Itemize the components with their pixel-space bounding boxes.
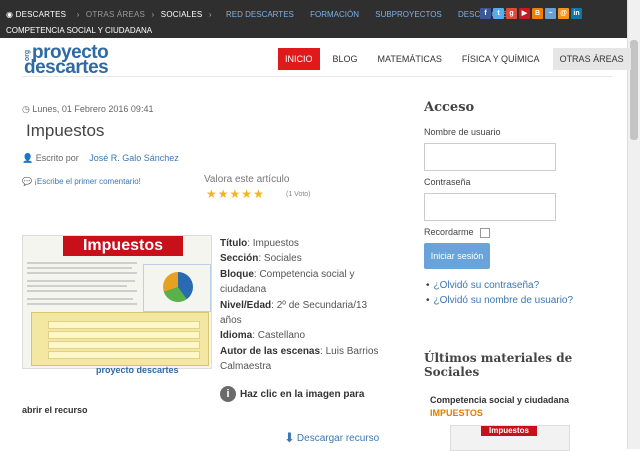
divider xyxy=(22,76,612,77)
link-formacion[interactable]: FORMACIÓN xyxy=(310,10,359,19)
thumbnail-text xyxy=(27,303,137,305)
info-row: Título: Impuestos xyxy=(220,238,299,249)
thumbnail-text xyxy=(27,285,127,287)
username-input[interactable] xyxy=(424,143,556,171)
article-date: ◷ Lunes, 01 Febrero 2016 09:41 xyxy=(22,104,154,114)
quiz-option xyxy=(48,321,200,329)
user-icon: 👤 xyxy=(22,153,36,163)
resource-thumbnail[interactable]: Impuestos xyxy=(22,235,212,369)
info-row: Nivel/Edad: 2º de Secundaria/13 años xyxy=(220,299,368,327)
rating-votes: (1 Voto) xyxy=(286,191,311,198)
username-label: Nombre de usuario xyxy=(424,127,501,137)
link-red-descartes[interactable]: RED DESCARTES xyxy=(226,10,294,19)
breadcrumb-item-sociales[interactable]: SOCIALES xyxy=(161,10,203,19)
top-bar: ◉ DESCARTES › OTRAS ÁREAS › SOCIALES › C… xyxy=(0,0,628,38)
forgot-password-link[interactable]: • ¿Olvidó su contraseña? xyxy=(426,278,573,293)
quiz-option xyxy=(48,351,200,359)
facebook-icon[interactable]: f xyxy=(480,8,491,19)
latest-materials-title: Últimos materiales de Sociales xyxy=(424,351,573,379)
rating-label: Valora este artículo xyxy=(204,174,290,185)
login-button[interactable]: Iniciar sesión xyxy=(424,243,490,269)
thumbnail-text xyxy=(27,290,137,292)
linkedin-icon[interactable]: in xyxy=(571,8,582,19)
youtube-icon[interactable]: ▶ xyxy=(519,8,530,19)
nav-matematicas[interactable]: MATEMÁTICAS xyxy=(371,48,449,70)
remember-label: Recordarme xyxy=(424,227,474,237)
breadcrumb-separator: › xyxy=(76,10,80,19)
info-icon: i xyxy=(220,386,236,402)
breadcrumb: ◉ DESCARTES › OTRAS ÁREAS › SOCIALES › xyxy=(6,10,216,19)
info-row: Idioma: Castellano xyxy=(220,330,306,342)
thumbnail-text xyxy=(27,298,133,300)
breadcrumb-item-otras-areas[interactable]: OTRAS ÁREAS xyxy=(86,10,145,19)
quiz-option xyxy=(48,331,200,339)
thumbnail-text xyxy=(27,262,137,264)
thumbnail-text xyxy=(27,280,135,282)
forgot-username-link[interactable]: • ¿Olvidó su nombre de usuario? xyxy=(426,293,573,308)
remember-checkbox[interactable] xyxy=(480,228,490,238)
top-links: RED DESCARTES FORMACIÓN SUBPROYECTOS DES… xyxy=(226,10,522,19)
page-title: Impuestos xyxy=(26,121,105,140)
link-subproyectos[interactable]: SUBPROYECTOS xyxy=(375,10,442,19)
thumbnail-logo: proyecto descartes xyxy=(96,365,179,375)
thumbnail-text xyxy=(27,272,137,274)
latest-thumb-title: Impuestos xyxy=(481,426,537,436)
thumbnail-quiz xyxy=(31,312,209,366)
password-input[interactable] xyxy=(424,193,556,221)
password-label: Contraseña xyxy=(424,177,471,187)
breadcrumb-home[interactable]: ◉ DESCARTES xyxy=(6,10,70,19)
breadcrumb-current: COMPETENCIA SOCIAL Y CIUDADANA xyxy=(6,26,153,35)
main-nav: INICIO BLOG MATEMÁTICAS FÍSICA Y QUÍMICA… xyxy=(278,48,637,70)
click-hint: i Haz clic en la imagen para xyxy=(220,386,365,402)
rss-icon[interactable]: ~ xyxy=(545,8,556,19)
info-row: Autor de las escenas: Luis Barrios Calma… xyxy=(220,345,379,373)
google-plus-icon[interactable]: g xyxy=(506,8,517,19)
login-title: Acceso xyxy=(424,100,475,115)
author-link[interactable]: José R. Galo Sánchez xyxy=(89,153,179,163)
blog-icon[interactable]: B xyxy=(532,8,543,19)
info-row: Bloque: Competencia social y ciudadana xyxy=(220,268,355,296)
info-row: Sección: Sociales xyxy=(220,253,302,265)
star-icon[interactable]: ★ xyxy=(241,187,253,201)
open-resource-text: abrir el recurso xyxy=(22,405,88,415)
breadcrumb-separator: › xyxy=(208,10,212,19)
latest-material-title[interactable]: IMPUESTOS xyxy=(430,408,483,418)
email-icon[interactable]: @ xyxy=(558,8,569,19)
thumbnail-pie xyxy=(163,272,193,302)
nav-fisica-quimica[interactable]: FÍSICA Y QUÍMICA xyxy=(455,48,547,70)
login-help-links: • ¿Olvidó su contraseña? • ¿Olvidó su nomb… xyxy=(426,278,573,308)
breadcrumb-separator: › xyxy=(151,10,155,19)
download-icon: ⬇ xyxy=(284,430,295,445)
resource-info: Título: Impuestos Sección: Sociales Bloq… xyxy=(220,236,390,375)
comment-link[interactable]: 💬 ¡Escribe el primer comentario! xyxy=(22,177,141,186)
comment-icon: 💬 xyxy=(22,177,35,186)
star-icon[interactable]: ★ xyxy=(206,187,218,201)
star-icon[interactable]: ★ xyxy=(230,187,242,201)
latest-material-thumbnail[interactable]: Impuestos xyxy=(450,425,570,451)
twitter-icon[interactable]: t xyxy=(493,8,504,19)
article-author: 👤 Escrito por José R. Galo Sánchez xyxy=(22,153,179,163)
nav-otras-areas[interactable]: OTRAS ÁREAS xyxy=(552,48,631,70)
latest-material-category: Competencia social y ciudadana xyxy=(430,395,570,405)
download-link[interactable]: ⬇ Descargar recurso xyxy=(284,430,379,446)
nav-blog[interactable]: BLOG xyxy=(326,48,365,70)
nav-inicio[interactable]: INICIO xyxy=(278,48,320,70)
social-icons: f t g ▶ B ~ @ in xyxy=(480,8,582,19)
rating-stars[interactable]: ★★★★★ xyxy=(206,187,265,201)
thumbnail-title: Impuestos xyxy=(63,236,183,256)
thumbnail-text xyxy=(27,267,132,269)
star-icon[interactable]: ★ xyxy=(218,187,230,201)
quiz-option xyxy=(48,341,200,349)
latest-material-card[interactable]: Competencia social y ciudadana IMPUESTOS… xyxy=(424,387,604,451)
clock-icon: ◷ xyxy=(22,104,33,114)
star-icon[interactable]: ★ xyxy=(253,187,265,201)
